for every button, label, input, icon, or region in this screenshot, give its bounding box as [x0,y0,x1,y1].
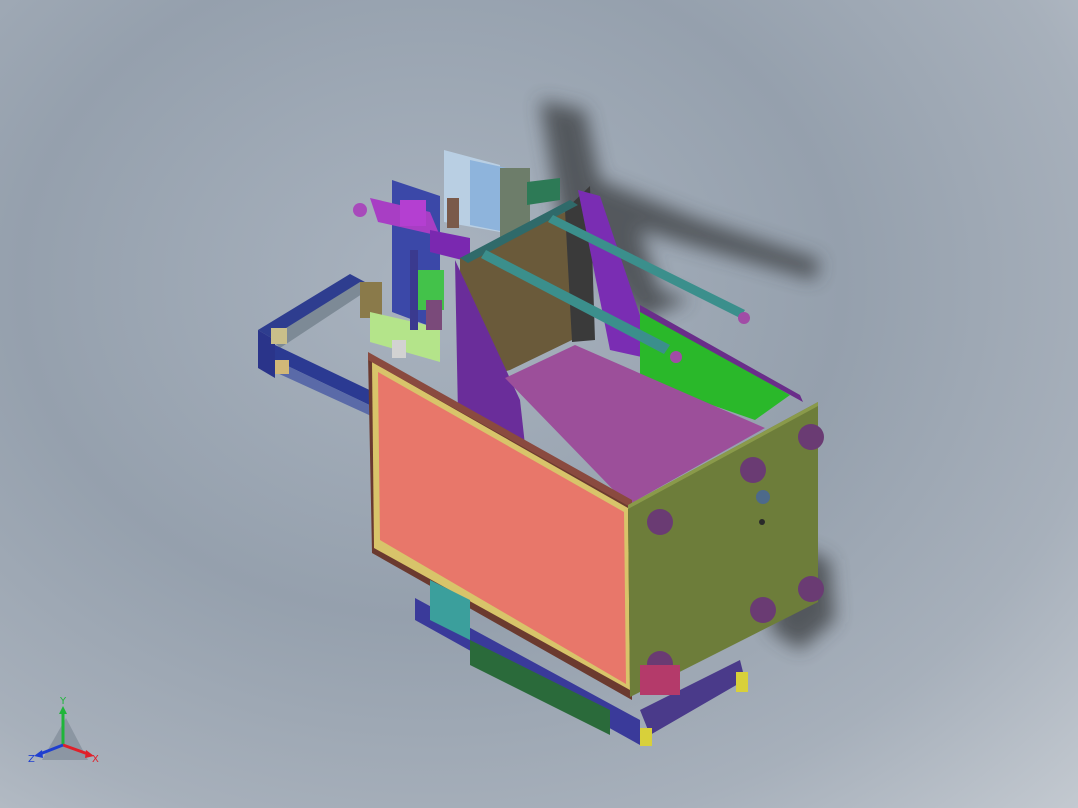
left-frame-arm[interactable] [258,274,382,420]
y-arrowhead-icon [59,706,67,714]
triad-cone-icon [42,718,88,760]
cad-assembly-model[interactable] [0,0,1078,808]
z-arrowhead-icon [34,750,43,758]
x-axis-label: X [92,754,99,765]
view-orientation-triad[interactable]: Y X Z [22,690,112,780]
z-axis-label: Z [28,754,35,765]
graphics-viewport[interactable]: Y X Z [0,0,1078,808]
y-axis-label: Y [59,696,67,707]
